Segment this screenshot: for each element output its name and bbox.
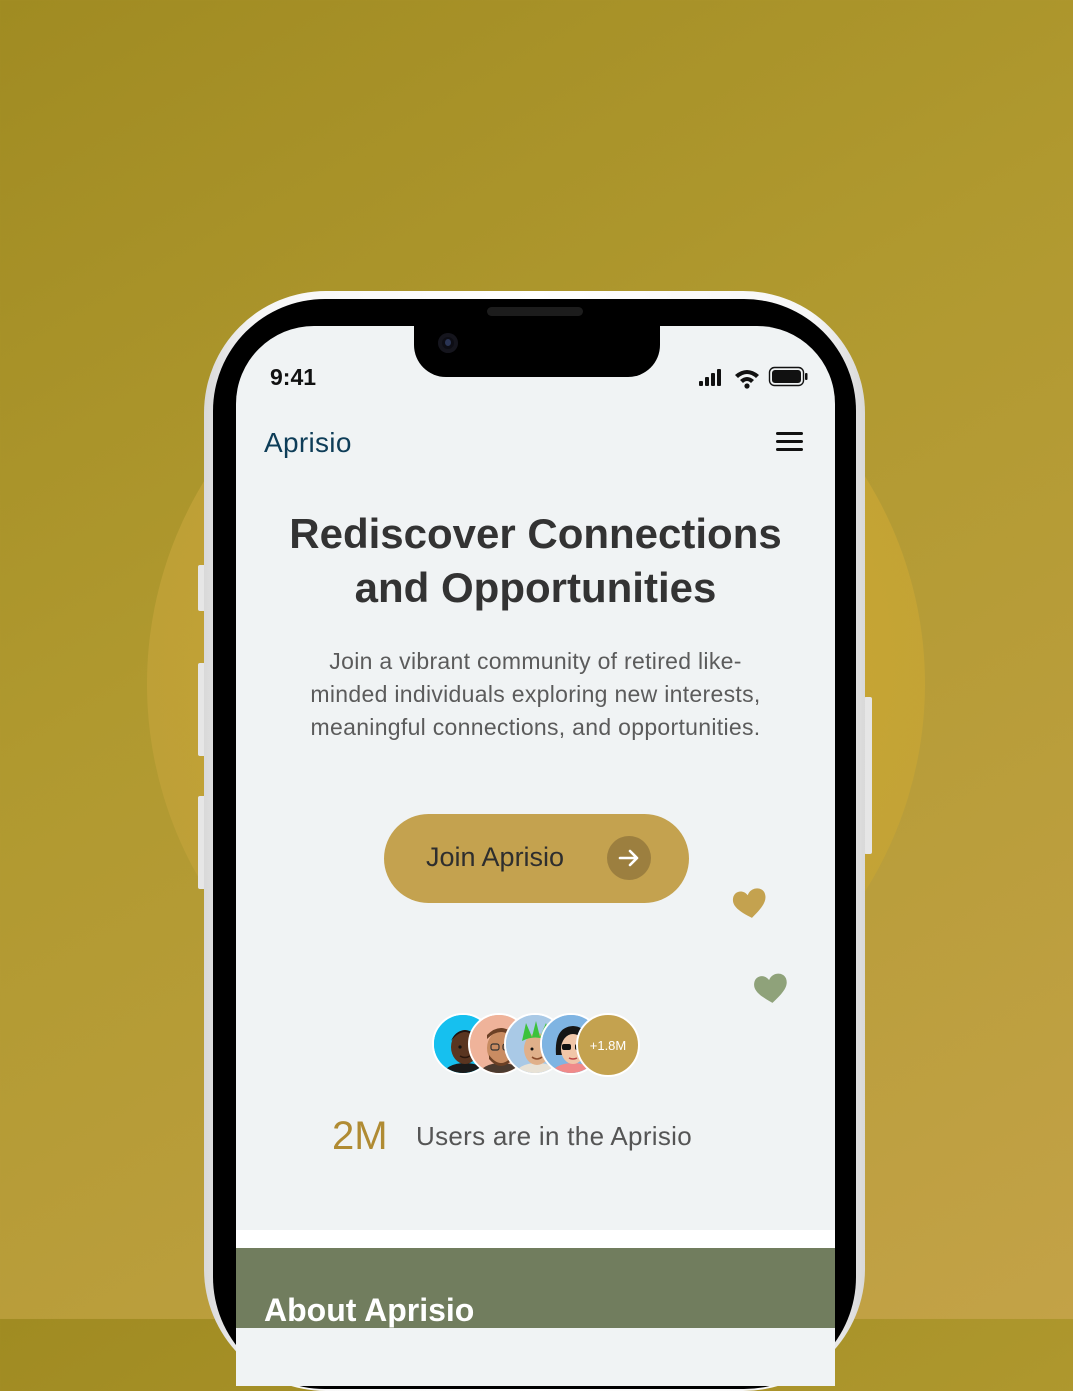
battery-icon	[768, 366, 808, 387]
status-time: 9:41	[270, 364, 317, 390]
heart-icon	[732, 888, 766, 918]
status-icons	[698, 366, 808, 390]
about-title: About Aprisio	[264, 1292, 475, 1328]
arrow-right-icon	[607, 836, 651, 880]
hero-title-line: and Opportunities	[354, 564, 717, 611]
about-section: About Aprisio	[236, 1248, 835, 1328]
hero-subtitle-line: meaningful connections, and opportunitie…	[310, 714, 761, 740]
power-button	[864, 697, 872, 854]
user-avatars: +1.8M	[432, 1013, 642, 1079]
hero-title: Rediscover Connections and Opportunities	[236, 507, 835, 615]
earpiece-speaker	[487, 307, 583, 316]
extra-users-badge: +1.8M	[576, 1013, 640, 1077]
hero-title-line: Rediscover Connections	[289, 510, 782, 557]
hamburger-menu-icon[interactable]	[776, 432, 803, 452]
section-divider	[236, 1230, 835, 1248]
signal-icon	[699, 369, 721, 386]
join-button-label: Join Aprisio	[426, 842, 565, 872]
hero-subtitle-line: minded individuals exploring new interes…	[310, 681, 761, 707]
hero-subtitle-line: Join a vibrant community of retired like…	[329, 648, 742, 674]
user-count-label: Users are in the Aprisio	[416, 1121, 692, 1151]
heart-icon	[754, 973, 787, 1003]
wifi-icon	[735, 370, 759, 389]
user-count: 2M	[332, 1114, 388, 1158]
join-aprisio-button[interactable]: Join Aprisio	[384, 814, 689, 903]
brand-logo[interactable]: Aprisio	[264, 427, 352, 459]
hero-subtitle: Join a vibrant community of retired like…	[262, 645, 809, 744]
front-camera	[438, 333, 458, 353]
